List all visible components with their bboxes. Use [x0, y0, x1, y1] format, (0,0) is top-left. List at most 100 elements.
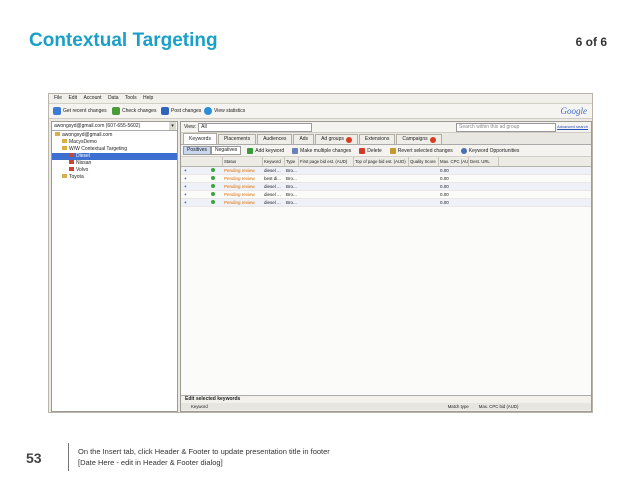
row-icons-cell: +: [181, 175, 223, 182]
revert-icon: [389, 147, 396, 154]
main-toolbar: Get recent changes Check changes Post ch…: [49, 104, 592, 119]
search-input[interactable]: Search within this ad group: [456, 123, 556, 132]
status-dot-icon: [210, 192, 215, 196]
tree-item-label: MacysDemo: [69, 139, 97, 145]
statistics-icon: [204, 107, 212, 115]
tab-ads[interactable]: Ads: [293, 134, 315, 144]
max-cpc-cell: 0.00: [440, 192, 449, 197]
table-row[interactable]: + Pending review diesel ... Bro... 0.00: [181, 167, 591, 175]
menu-edit[interactable]: Edit: [68, 94, 77, 103]
tree-item[interactable]: Diesel: [52, 153, 177, 160]
tree-item[interactable]: W/W Contextual Targeting: [52, 146, 177, 153]
folder-icon: [69, 153, 74, 157]
max-cpc-cell: 0.00: [440, 176, 449, 181]
slide-counter: 6 of 6: [575, 35, 607, 49]
account-select[interactable]: awongsyd@gmail.com (607-655-5602) ▾: [52, 122, 177, 131]
top-page-bid-cell: [354, 175, 409, 182]
added-icon: +: [184, 168, 187, 173]
slide-title: Contextual Targeting: [29, 30, 218, 51]
delete-button[interactable]: Delete: [359, 147, 382, 154]
first-page-bid-cell: [299, 199, 354, 206]
menu-account[interactable]: Account: [83, 94, 101, 103]
positives-toggle[interactable]: Positives: [183, 146, 212, 155]
negatives-toggle[interactable]: Negatives: [211, 146, 242, 155]
quality-score-cell: [409, 183, 439, 190]
tree-item[interactable]: Toyota: [52, 174, 177, 181]
menu-tools[interactable]: Tools: [125, 94, 137, 103]
tab-audiences[interactable]: Audiences: [257, 134, 293, 144]
menu-data[interactable]: Data: [108, 94, 119, 103]
column-dest-url[interactable]: Dest. URL: [469, 157, 499, 166]
table-row[interactable]: + Pending review diesel ... Bro... 0.00: [181, 191, 591, 199]
table-row[interactable]: + Pending review best di... Bro... 0.00: [181, 175, 591, 183]
edit-panel-columns: Keyword Match type Max. CPC bid (AUD): [181, 403, 591, 410]
tree-item[interactable]: MacysDemo: [52, 139, 177, 146]
download-arrow-icon: [53, 107, 61, 115]
account-tree: awongsyd@gmail.com MacysDemo W/W Contextua…: [52, 131, 177, 181]
tab-campaigns[interactable]: Campaigns: [396, 134, 442, 144]
advanced-search-link[interactable]: Advanced search: [557, 124, 588, 129]
top-page-bid-cell: [354, 199, 409, 206]
table-row[interactable]: + Pending review diesel ... Bro... 0.00: [181, 183, 591, 191]
menu-file[interactable]: File: [54, 94, 62, 103]
edit-panel-title[interactable]: Edit selected keywords: [181, 396, 591, 403]
status-dot-icon: [210, 176, 215, 180]
edit-col-keyword: Keyword: [191, 404, 208, 409]
post-changes-button[interactable]: Post changes: [161, 106, 201, 116]
keyword-cell: diesel ...: [264, 168, 281, 173]
first-page-bid-cell: [299, 175, 354, 182]
column-first-page-bid[interactable]: First page bid est. (AUD): [299, 157, 354, 166]
revert-button[interactable]: Revert selected changes: [389, 147, 453, 154]
added-icon: +: [184, 192, 187, 197]
type-cell: Bro...: [286, 192, 297, 197]
tree-item-label: Toyota: [69, 174, 84, 180]
menu-help[interactable]: Help: [143, 94, 153, 103]
tree-item-label: Volvo: [76, 167, 89, 173]
added-icon: +: [184, 176, 187, 181]
status-dot-icon: [210, 168, 215, 172]
tree-item-label: Nissan: [76, 160, 92, 166]
tab-ad-groups[interactable]: Ad groups: [315, 134, 358, 144]
view-select[interactable]: All: [198, 122, 313, 132]
grid-icon-columns: [181, 157, 223, 166]
column-keyword[interactable]: Keyword: [263, 157, 285, 166]
make-multiple-changes-button[interactable]: Make multiple changes: [292, 147, 351, 154]
checkmark-icon: [112, 107, 120, 115]
quality-score-cell: [409, 199, 439, 206]
folder-icon: [69, 167, 74, 171]
delete-icon: [359, 147, 366, 154]
tree-item[interactable]: awongsyd@gmail.com: [52, 132, 177, 139]
check-changes-button[interactable]: Check changes: [112, 106, 156, 116]
upload-arrow-icon: [161, 107, 169, 115]
added-icon: +: [184, 184, 187, 189]
type-cell: Bro...: [286, 200, 297, 205]
keyword-cell: diesel ...: [264, 184, 281, 189]
warning-icon: [429, 136, 436, 143]
folder-icon: [62, 139, 67, 143]
column-quality-score[interactable]: Quality Score: [409, 157, 439, 166]
row-icons-cell: +: [181, 199, 223, 206]
table-row[interactable]: + Pending review diesel ... Bro... 0.00: [181, 199, 591, 207]
view-statistics-button[interactable]: View statistics: [204, 106, 245, 116]
tab-keywords[interactable]: Keywords: [183, 133, 217, 144]
edit-selected-keywords-panel: Edit selected keywords Keyword Match typ…: [181, 395, 591, 411]
tree-item[interactable]: Volvo: [52, 167, 177, 174]
keyword-opportunities-button[interactable]: Keyword Opportunities: [460, 147, 519, 154]
column-top-page-bid[interactable]: Top of page bid est. (AUD): [354, 157, 409, 166]
get-recent-changes-button[interactable]: Get recent changes: [53, 106, 107, 116]
row-icons-cell: +: [181, 167, 223, 174]
view-label: View:: [184, 124, 197, 130]
status-cell: Pending review: [224, 176, 255, 181]
column-type[interactable]: Type: [285, 157, 299, 166]
status-cell: Pending review: [224, 184, 255, 189]
column-status[interactable]: Status: [223, 157, 263, 166]
chevron-down-icon: ▾: [169, 122, 176, 130]
tree-item[interactable]: Nissan: [52, 160, 177, 167]
main-pane: View: All Search within this ad group Ad…: [180, 121, 592, 412]
type-cell: Bro...: [286, 168, 297, 173]
tab-extensions[interactable]: Extensions: [358, 134, 396, 144]
add-keyword-button[interactable]: Add keyword: [247, 147, 284, 154]
column-max-cpc[interactable]: Max. CPC (AUD): [439, 157, 469, 166]
status-cell: Pending review: [224, 200, 255, 205]
tab-placements[interactable]: Placements: [217, 134, 257, 144]
